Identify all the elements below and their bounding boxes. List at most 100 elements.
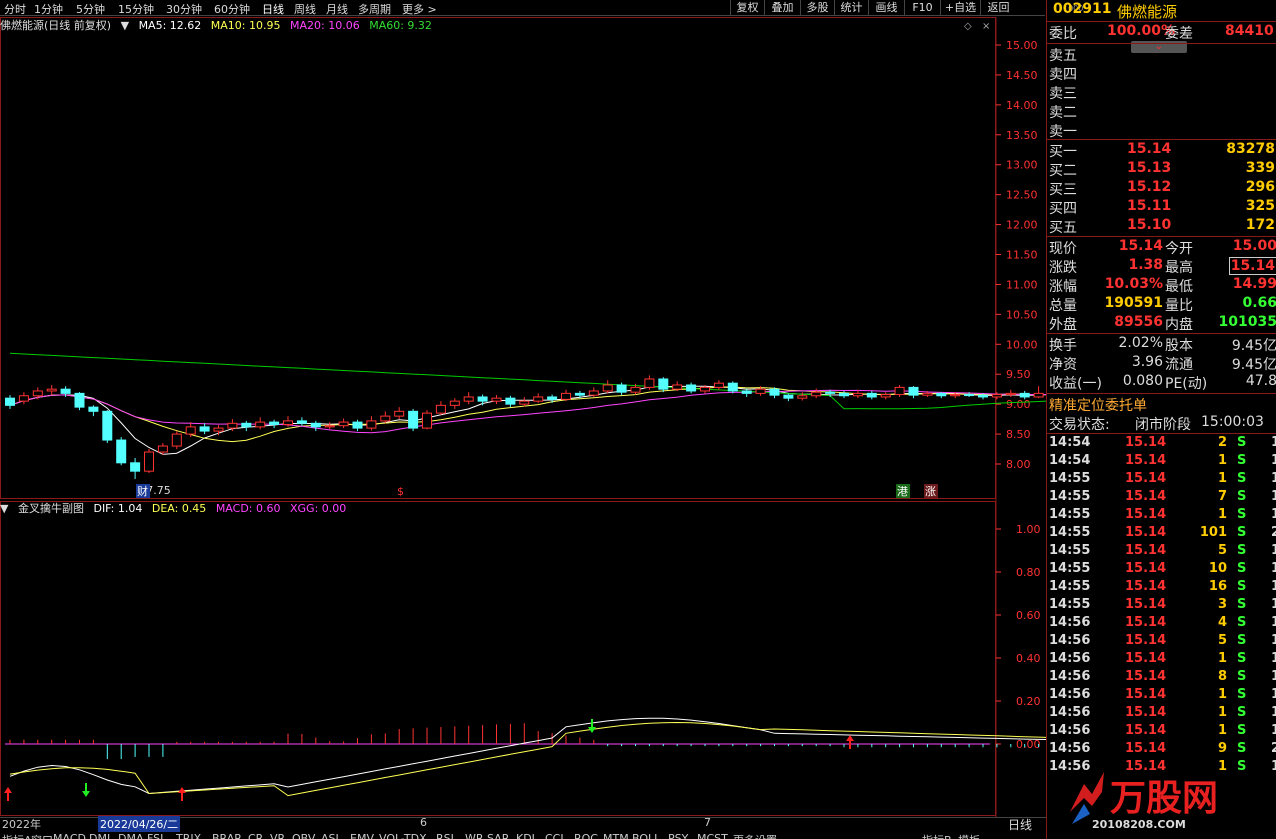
indicator-tab[interactable]: 指标A [2,832,32,839]
tick-count: 1 [1271,453,1276,468]
indicator-tab[interactable]: DMA [118,832,144,839]
tick-time: 14:56 [1049,741,1091,756]
tab-more[interactable]: 更多 > [402,1,437,17]
indicator-tab[interactable]: ASI [321,832,339,839]
candle [505,395,516,408]
back-button[interactable]: 返回 [980,0,1016,16]
precise-order-link[interactable]: 精准定位委托单 [1047,395,1276,414]
candle [852,389,863,399]
info-label: PE(动) [1165,376,1208,392]
candle [255,417,266,430]
event-marker[interactable]: 港 [897,485,908,498]
candle [588,387,599,397]
indicator-b-tab[interactable]: 模板 [958,832,980,839]
date-july: 7 [704,816,711,829]
tick-volume: 1 [1217,723,1227,738]
chart-area[interactable]: ◇ × 15.0014.5014.0013.5013.0012.5012.0011… [0,17,1046,817]
info-value: 3.96 [1131,354,1163,370]
bottom-tabs: 2022年 2022/04/26/二 6 7 日线 指标A窗口MACDDMI DM… [0,816,1046,839]
tick-count: 2 [1271,741,1276,756]
tick-price: 15.14 [1125,651,1167,666]
date-year: 2022年 [2,818,41,831]
price-tick-label: 12.50 [1006,189,1038,202]
info-value: 47.8 [1245,373,1276,389]
candle [991,392,1002,400]
event-marker[interactable]: 财 [137,484,148,498]
info-label: 收益(一) [1049,376,1102,392]
indicator-tab[interactable]: OBV [292,832,315,839]
fuquan-button[interactable]: 复权 [730,0,764,16]
tab-30min[interactable]: 30分钟 [166,1,202,17]
indicator-tab[interactable]: WR [465,832,484,839]
sell-label: 卖四 [1049,67,1077,83]
tick-volume: 5 [1217,543,1227,558]
indicator-chevron-icon[interactable]: ▼ [0,502,8,515]
tab-fenshi[interactable]: 分时 [4,1,26,17]
tab-5min[interactable]: 5分钟 [76,1,105,17]
tick-volume: 3 [1217,597,1227,612]
info-label: 换手 [1049,338,1077,354]
tick-side: S [1237,687,1247,702]
indicator-tab[interactable]: DMI [89,832,110,839]
price-tick-label: 13.00 [1006,159,1038,172]
candle [1033,386,1044,399]
ma20-line [9,389,1046,434]
main-frame [0,17,996,499]
tab-daily[interactable]: 日线 [262,1,284,17]
draw-line-button[interactable]: 画线 [868,0,904,16]
tick-count: 1 [1271,579,1276,594]
multi-stock-button[interactable]: 多股 [800,0,834,16]
moving-average-lines [9,352,1046,455]
indicator-tab[interactable]: FSL [147,832,166,839]
indicator-tab[interactable]: MTM [603,832,629,839]
tick-volume: 1 [1217,471,1227,486]
event-marker[interactable]: 涨 [925,485,936,498]
indicator-tab[interactable]: EMV [350,832,374,839]
candle [296,417,307,426]
tab-weekly[interactable]: 周线 [294,1,316,17]
indicator-tab[interactable]: ROC [574,832,598,839]
tick-time: 14:56 [1049,633,1091,648]
tab-multiperiod[interactable]: 多周期 [358,1,391,17]
indicator-tab[interactable]: VR [270,832,285,839]
indicator-tab[interactable]: BOLL [632,832,660,839]
indicator-tab[interactable]: TRIX [176,832,201,839]
indicator-tab[interactable]: CR [248,832,263,839]
tab-1min[interactable]: 1分钟 [34,1,63,17]
candle [866,390,877,400]
candle [5,395,15,409]
indicator-tab[interactable]: SAR [487,832,509,839]
indicator-lines [4,717,1046,801]
indicator-tab[interactable]: BRAR [212,832,242,839]
trade-tick-row: 14:56 15.14 9S 2 [1047,741,1276,759]
indicator-tab[interactable]: 窗口 [31,832,53,839]
indicator-tab[interactable]: 设置 [755,832,777,839]
date-cursor: 2022/04/26/二 [98,816,181,832]
candle [533,393,544,403]
info-row-1: 净资 3.96 流通 9.45亿 [1047,354,1276,373]
indicator-tab[interactable]: VOL-TDX [379,832,427,839]
indicator-tab[interactable]: RSI [436,832,454,839]
trade-tick-row: 14:5415.141S1 [1047,453,1276,471]
indicator-tab[interactable]: MACD [53,832,86,839]
stats-button[interactable]: 统计 [834,0,868,16]
indicator-tab[interactable]: PSY [668,832,688,839]
f10-button[interactable]: F10 [904,0,940,16]
add-watchlist-button[interactable]: +自选 [940,0,980,16]
sell-row-3: 卖三 [1047,83,1276,102]
indicator-tab[interactable]: MCST [697,832,728,839]
indicator-tab[interactable]: KDJ [516,832,535,839]
quote-value: 10.03% [1104,276,1163,292]
indicator-b-tab[interactable]: 指标B [922,832,952,839]
indicator-tab[interactable]: CCI [545,832,564,839]
indicator-tick-label: 0.20 [1016,695,1041,708]
tab-60min[interactable]: 60分钟 [214,1,250,17]
tab-monthly[interactable]: 月线 [326,1,348,17]
overlay-button[interactable]: 叠加 [764,0,800,16]
indicator-tab[interactable]: 更多 [733,832,755,839]
candle [463,392,474,405]
settings-chevron-icon[interactable]: ▼ [121,19,129,32]
price-tick-label: 10.50 [1006,308,1038,321]
event-marker[interactable]: $ [397,485,404,498]
tab-15min[interactable]: 15分钟 [118,1,154,17]
